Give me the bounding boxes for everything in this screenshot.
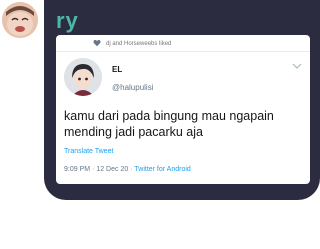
message-bubble[interactable]: ry dj and Horseweebs liked EL @halupulis…	[44, 0, 320, 200]
chevron-down-icon[interactable]	[292, 63, 302, 70]
liked-by-row: dj and Horseweebs liked	[93, 39, 171, 49]
heart-icon	[93, 39, 101, 47]
tweet-meta: 9:09 PM · 12 Dec 20 · Twitter for Androi…	[64, 166, 191, 173]
meta-separator: ·	[92, 166, 95, 173]
liked-by-text: dj and Horseweebs liked	[106, 41, 172, 47]
meta-separator: ·	[130, 166, 133, 173]
author-handle[interactable]: @halupulisi	[112, 83, 153, 92]
message-text: ry	[56, 8, 79, 33]
tweet-card[interactable]: dj and Horseweebs liked EL @halupulisi k…	[56, 35, 310, 184]
author-name[interactable]: EL	[112, 65, 122, 74]
author-avatar[interactable]	[64, 58, 102, 96]
tweet-date: 12 Dec 20	[96, 166, 129, 173]
tweet-client-link[interactable]: Twitter for Android	[134, 166, 190, 173]
translate-tweet-link[interactable]: Translate Tweet	[64, 148, 113, 155]
sender-avatar[interactable]	[2, 2, 38, 38]
divider	[56, 51, 310, 52]
tweet-text: kamu dari pada bingung mau ngapain mendi…	[64, 108, 304, 140]
tweet-text-line: mending jadi pacarku aja	[64, 125, 203, 139]
tweet-text-line: kamu dari pada bingung mau ngapain	[64, 109, 274, 123]
tweet-time: 9:09 PM	[64, 166, 91, 173]
